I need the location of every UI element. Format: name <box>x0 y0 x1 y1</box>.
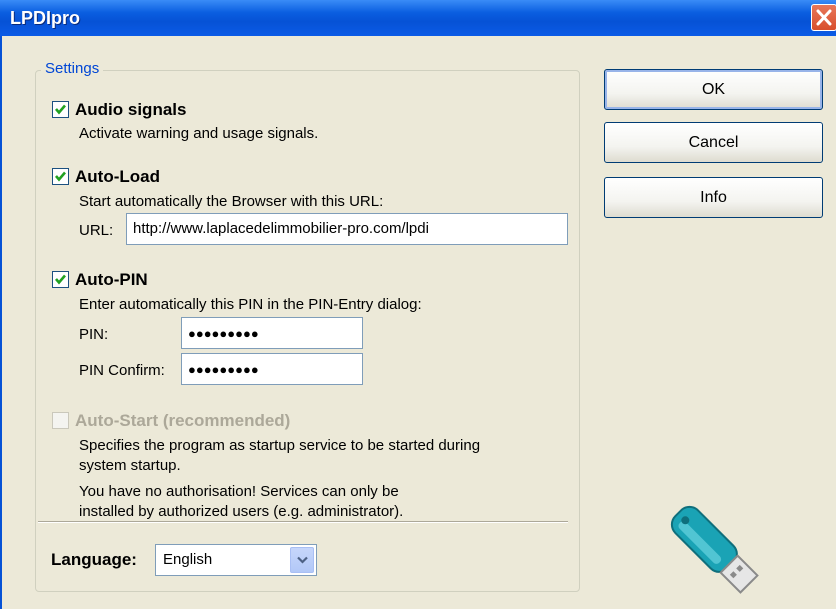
audio-signals-label[interactable]: Audio signals <box>75 100 186 120</box>
auto-load-checkbox[interactable] <box>52 168 69 185</box>
checkmark-icon <box>55 274 66 285</box>
ok-button[interactable]: OK <box>604 69 823 110</box>
auto-load-label[interactable]: Auto-Load <box>75 167 160 187</box>
auto-start-warning-line2: installed by authorized users (e.g. admi… <box>79 503 404 520</box>
chevron-down-icon <box>297 556 308 564</box>
settings-group-title: Settings <box>41 60 104 77</box>
auto-start-description-line2: system startup. <box>79 457 181 474</box>
auto-load-description: Start automatically the Browser with thi… <box>79 193 384 210</box>
url-input[interactable]: http://www.laplacedelimmobilier-pro.com/… <box>126 213 568 245</box>
auto-pin-description: Enter automatically this PIN in the PIN-… <box>79 296 422 313</box>
auto-pin-label[interactable]: Auto-PIN <box>75 270 148 290</box>
pin-label: PIN: <box>79 326 109 343</box>
cancel-button[interactable]: Cancel <box>604 122 823 163</box>
checkmark-icon <box>55 104 66 115</box>
auto-start-checkbox[interactable] <box>52 412 69 429</box>
window-title: LPDIpro <box>10 8 80 28</box>
usb-key-icon <box>670 505 759 594</box>
audio-signals-checkbox[interactable] <box>52 101 69 118</box>
pin-input[interactable]: ●●●●●●●●● <box>181 317 363 349</box>
pin-confirm-label: PIN Confirm: <box>79 362 165 379</box>
audio-signals-description: Activate warning and usage signals. <box>79 125 319 142</box>
language-select[interactable]: English <box>155 544 317 576</box>
auto-pin-checkbox[interactable] <box>52 271 69 288</box>
language-dropdown-button[interactable] <box>290 547 314 573</box>
language-selected-value: English <box>163 551 213 568</box>
close-icon <box>816 9 832 26</box>
info-button[interactable]: Info <box>604 177 823 218</box>
auto-start-label: Auto-Start (recommended) <box>75 411 291 430</box>
title-bar[interactable]: LPDIpro <box>0 0 836 36</box>
pin-confirm-input[interactable]: ●●●●●●●●● <box>181 353 363 385</box>
auto-start-description-line1: Specifies the program as startup service… <box>79 437 481 454</box>
auto-start-warning-line1: You have no authorisation! Services can … <box>79 483 399 500</box>
language-label: Language: <box>51 550 137 569</box>
checkmark-icon <box>55 171 66 182</box>
separator <box>38 521 568 523</box>
close-button[interactable] <box>811 4 836 31</box>
url-label: URL: <box>79 222 114 239</box>
